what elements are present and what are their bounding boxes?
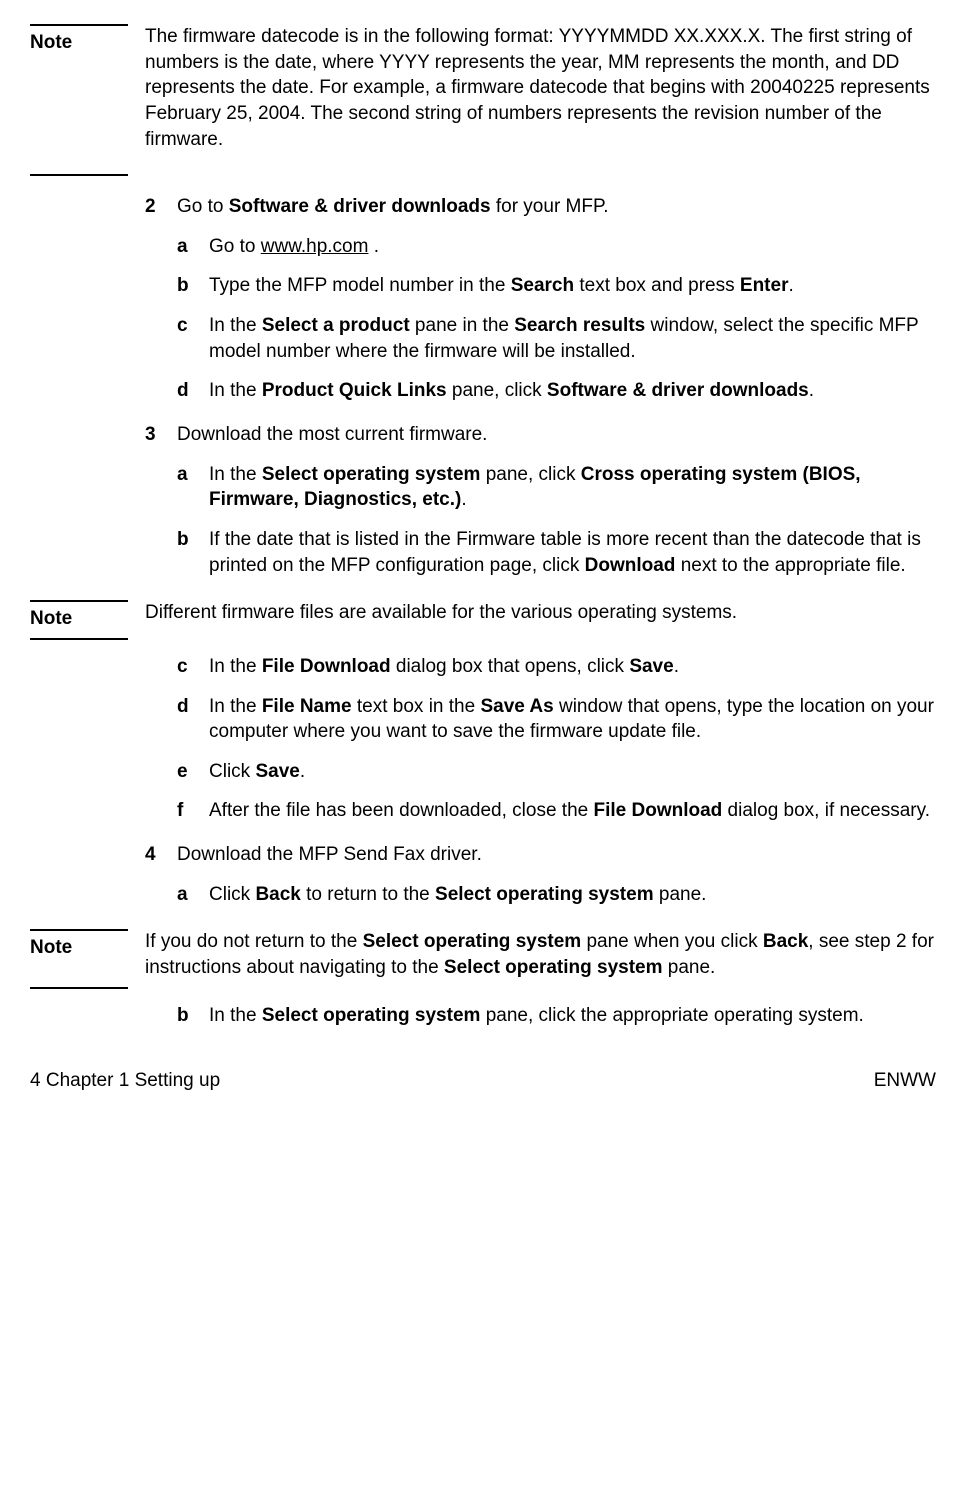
- footer-right: ENWW: [874, 1068, 936, 1094]
- step-3a: a In the Select operating system pane, c…: [145, 462, 936, 513]
- step-3c: c In the File Download dialog box that o…: [145, 654, 936, 680]
- step-3: 3 Download the most current firmware.: [145, 422, 936, 448]
- step-2a: a Go to www.hp.com .: [145, 234, 936, 260]
- note-label: Note: [30, 30, 145, 56]
- note-3: Note If you do not return to the Select …: [30, 929, 936, 980]
- step-2b: b Type the MFP model number in the Searc…: [145, 273, 936, 299]
- step-4a: a Click Back to return to the Select ope…: [145, 882, 936, 908]
- step-4: 4 Download the MFP Send Fax driver.: [145, 842, 936, 868]
- page-footer: 4 Chapter 1 Setting up ENWW: [30, 1068, 936, 1094]
- note-2: Note Different firmware files are availa…: [30, 600, 936, 640]
- note-text: The firmware datecode is in the followin…: [145, 24, 936, 152]
- link-hp[interactable]: www.hp.com: [261, 236, 369, 257]
- step-3e: e Click Save.: [145, 759, 936, 785]
- step-3f: f After the file has been downloaded, cl…: [145, 798, 936, 824]
- step-4b: b In the Select operating system pane, c…: [145, 1003, 936, 1029]
- footer-left: 4 Chapter 1 Setting up: [30, 1068, 220, 1094]
- step-2d: d In the Product Quick Links pane, click…: [145, 378, 936, 404]
- step-3b: b If the date that is listed in the Firm…: [145, 527, 936, 578]
- note-1: Note The firmware datecode is in the fol…: [30, 24, 936, 152]
- step-3d: d In the File Name text box in the Save …: [145, 694, 936, 745]
- step-2c: c In the Select a product pane in the Se…: [145, 313, 936, 364]
- step-2: 2 Go to Software & driver downloads for …: [145, 194, 936, 220]
